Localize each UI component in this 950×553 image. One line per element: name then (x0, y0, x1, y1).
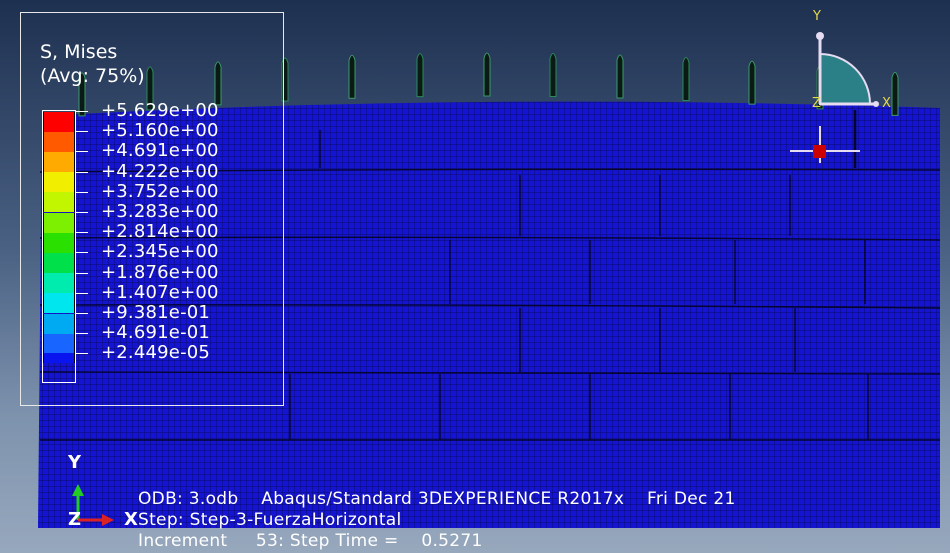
step-info-line: Step: Step-3-FuerzaHorizontal (138, 510, 402, 530)
legend-value: +2.449e-05 (101, 342, 211, 364)
legend-swatch (43, 212, 75, 233)
view-triad-icon (790, 32, 879, 163)
legend-swatch (43, 151, 75, 172)
legend-tick (75, 313, 88, 314)
fastener-pin (549, 52, 557, 97)
legend-value: +5.629e+00 (101, 100, 219, 121)
legend-tick (75, 212, 88, 213)
legend-swatch (43, 293, 75, 314)
legend-tick (75, 232, 88, 234)
increment-info-line: Increment 53: Step Time = 0.5271 (138, 531, 483, 551)
legend-swatch (43, 313, 75, 334)
legend-tick (75, 131, 88, 133)
legend-tick (75, 272, 88, 274)
legend-swatch (43, 111, 75, 132)
legend-value: +1.876e+00 (101, 261, 219, 283)
legend-swatch (43, 232, 75, 253)
corner-z-label: Z (68, 509, 82, 530)
legend-value: +3.283e+00 (101, 201, 219, 222)
fastener-pin (483, 52, 491, 97)
fastener-pin (682, 57, 690, 102)
fastener-pin (616, 54, 624, 99)
legend-subtitle: (Avg: 75%) (40, 65, 145, 87)
legend-value: +4.691e+00 (101, 140, 219, 162)
view-x-label: X (882, 96, 891, 111)
legend-swatch (43, 131, 75, 152)
fastener-pin (348, 54, 356, 99)
view-y-label: Y (813, 9, 821, 24)
legend-value: +5.160e+00 (101, 120, 219, 142)
legend-value: +4.691e-01 (101, 322, 211, 344)
legend-swatch (43, 252, 75, 273)
legend-tick (75, 151, 88, 153)
legend-value: +2.814e+00 (101, 221, 219, 243)
corner-x-label: X (124, 509, 138, 530)
legend-value: +9.381e-01 (101, 302, 211, 323)
legend-swatch (43, 172, 75, 193)
legend-tick (75, 292, 88, 294)
legend-swatch (43, 353, 75, 364)
legend-tick (75, 191, 88, 193)
legend-swatch (43, 273, 75, 294)
corner-y-label: Y (68, 452, 82, 473)
odb-info-line: ODB: 3.odb Abaqus/Standard 3DEXPERIENCE … (138, 489, 736, 509)
fastener-pin (416, 53, 424, 98)
legend-value: +4.222e+00 (101, 160, 219, 182)
view-z-label: Z (812, 96, 821, 111)
legend-value: +2.345e+00 (101, 241, 219, 263)
legend-tick (75, 333, 88, 335)
legend-swatch (43, 333, 75, 354)
legend-tick (75, 171, 88, 173)
legend-value: +3.752e+00 (101, 180, 219, 202)
legend-value: +1.407e+00 (101, 281, 219, 303)
legend-title: S, Mises (40, 41, 118, 63)
fastener-pin (748, 60, 756, 105)
legend-tick (75, 111, 88, 112)
legend-tick (75, 353, 88, 355)
legend-tick (75, 252, 88, 254)
legend-swatch (43, 192, 75, 213)
